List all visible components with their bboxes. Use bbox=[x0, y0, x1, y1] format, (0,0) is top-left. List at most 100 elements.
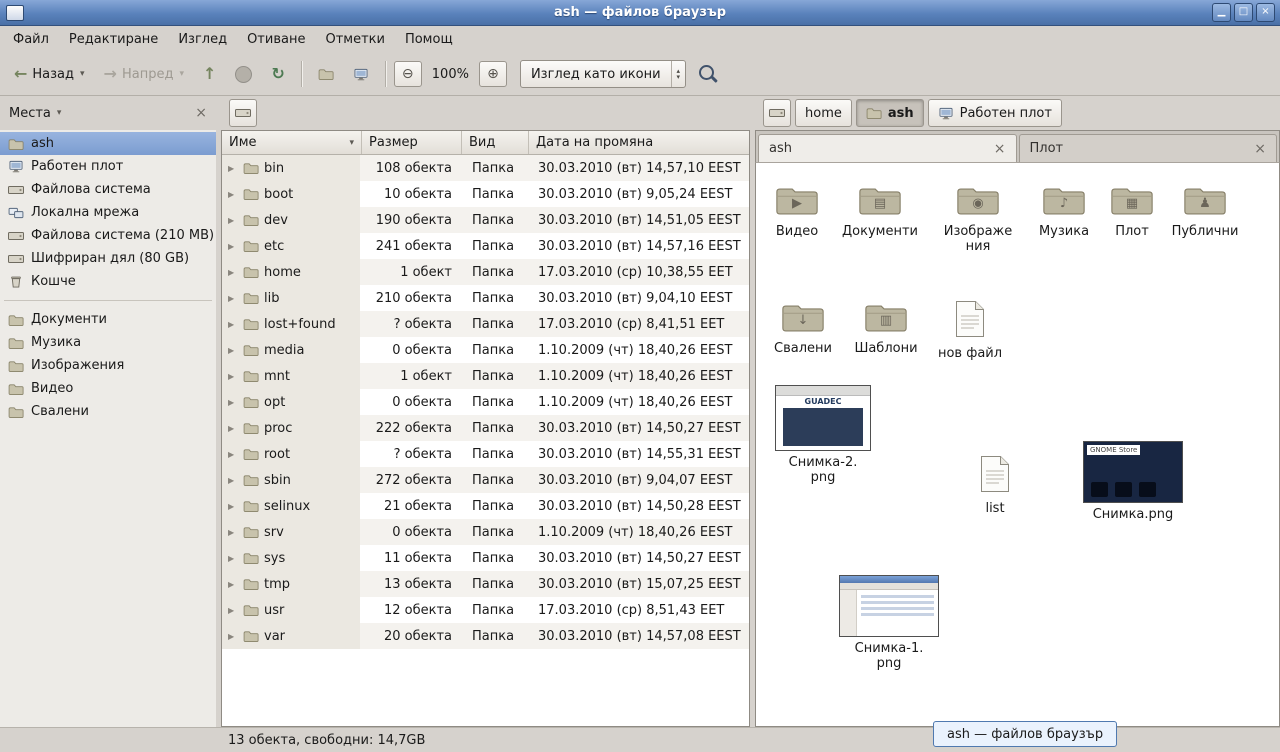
table-row[interactable]: ▶ sys 11 обекта Папка 30.03.2010 (вт) 14… bbox=[222, 545, 749, 571]
sidebar-item-5[interactable]: Шифриран дял (80 GB) bbox=[0, 247, 216, 270]
column-header-0[interactable]: Име ▾ bbox=[222, 131, 362, 154]
tab-close-icon[interactable]: × bbox=[994, 141, 1006, 157]
expander-icon[interactable]: ▶ bbox=[228, 632, 238, 641]
stop-button[interactable] bbox=[227, 60, 260, 89]
sidebar-item-8[interactable]: Документи bbox=[0, 308, 216, 331]
icon-item-5[interactable]: ♟ Публични bbox=[1165, 183, 1245, 239]
sidebar-item-9[interactable]: Музика bbox=[0, 331, 216, 354]
icon-item-7[interactable]: ▥ Шаблони bbox=[846, 300, 926, 356]
expander-icon[interactable]: ▶ bbox=[228, 606, 238, 615]
sidebar-item-2[interactable]: Файлова система bbox=[0, 178, 216, 201]
tab-1[interactable]: Плот × bbox=[1019, 134, 1278, 162]
table-row[interactable]: ▶ selinux 21 обекта Папка 30.03.2010 (вт… bbox=[222, 493, 749, 519]
table-row[interactable]: ▶ mnt 1 обект Папка 1.10.2009 (чт) 18,40… bbox=[222, 363, 749, 389]
expander-icon[interactable]: ▶ bbox=[228, 164, 238, 173]
expander-icon[interactable]: ▶ bbox=[228, 320, 238, 329]
table-row[interactable]: ▶ home 1 обект Папка 17.03.2010 (ср) 10,… bbox=[222, 259, 749, 285]
home-button[interactable] bbox=[310, 62, 342, 86]
column-header-3[interactable]: Дата на промяна bbox=[529, 131, 749, 154]
expander-icon[interactable]: ▶ bbox=[228, 216, 238, 225]
sidebar-item-11[interactable]: Видео bbox=[0, 377, 216, 400]
expander-icon[interactable]: ▶ bbox=[228, 528, 238, 537]
icon-item-12[interactable]: Снимка-1.png bbox=[839, 575, 939, 671]
menu-item-0[interactable]: Файл bbox=[4, 28, 58, 51]
titlebar[interactable]: ash — файлов браузър ▁ □ × bbox=[0, 0, 1280, 26]
table-row[interactable]: ▶ var 20 обекта Папка 30.03.2010 (вт) 14… bbox=[222, 623, 749, 649]
expander-icon[interactable]: ▶ bbox=[228, 372, 238, 381]
tab-0[interactable]: ash × bbox=[758, 134, 1017, 162]
list-pane-location-button[interactable] bbox=[229, 99, 257, 127]
sidebar-item-10[interactable]: Изображения bbox=[0, 354, 216, 377]
column-header-1[interactable]: Размер bbox=[362, 131, 462, 154]
table-row[interactable]: ▶ lib 210 обекта Папка 30.03.2010 (вт) 9… bbox=[222, 285, 749, 311]
table-row[interactable]: ▶ opt 0 обекта Папка 1.10.2009 (чт) 18,4… bbox=[222, 389, 749, 415]
expander-icon[interactable]: ▶ bbox=[228, 554, 238, 563]
computer-button[interactable] bbox=[345, 62, 377, 87]
icon-item-1[interactable]: ▤ Документи bbox=[840, 183, 920, 239]
table-row[interactable]: ▶ tmp 13 обекта Папка 30.03.2010 (вт) 15… bbox=[222, 571, 749, 597]
expander-icon[interactable]: ▶ bbox=[228, 398, 238, 407]
table-row[interactable]: ▶ usr 12 обекта Папка 17.03.2010 (ср) 8,… bbox=[222, 597, 749, 623]
table-row[interactable]: ▶ lost+found ? обекта Папка 17.03.2010 (… bbox=[222, 311, 749, 337]
expander-icon[interactable]: ▶ bbox=[228, 580, 238, 589]
view-mode-select[interactable]: Изглед като икони ▴▾ bbox=[520, 60, 686, 88]
sidebar-item-6[interactable]: Кошче bbox=[0, 270, 216, 293]
zoom-out-button[interactable]: ⊖ bbox=[394, 61, 422, 87]
table-row[interactable]: ▶ srv 0 обекта Папка 1.10.2009 (чт) 18,4… bbox=[222, 519, 749, 545]
expander-icon[interactable]: ▶ bbox=[228, 294, 238, 303]
forward-button[interactable]: → Напред ▾ bbox=[96, 60, 192, 88]
sidebar-close-icon[interactable]: × bbox=[195, 105, 207, 121]
menu-item-5[interactable]: Помощ bbox=[396, 28, 462, 51]
close-button[interactable]: × bbox=[1256, 3, 1275, 22]
tab-close-icon[interactable]: × bbox=[1254, 141, 1266, 157]
expander-icon[interactable]: ▶ bbox=[228, 424, 238, 433]
expander-icon[interactable]: ▶ bbox=[228, 502, 238, 511]
table-row[interactable]: ▶ media 0 обекта Папка 1.10.2009 (чт) 18… bbox=[222, 337, 749, 363]
zoom-in-button[interactable]: ⊕ bbox=[479, 61, 507, 87]
sidebar-item-3[interactable]: Локална мрежа bbox=[0, 201, 216, 224]
expander-icon[interactable]: ▶ bbox=[228, 450, 238, 459]
crumb-filesystem-button[interactable] bbox=[763, 99, 791, 127]
reload-button[interactable]: ↻ bbox=[263, 60, 292, 88]
sidebar-item-4[interactable]: Файлова система (210 MB) bbox=[0, 224, 216, 247]
expander-icon[interactable]: ▶ bbox=[228, 268, 238, 277]
crumb-1[interactable]: ash bbox=[856, 99, 924, 127]
icon-item-9[interactable]: GUADEC Снимка-2.png bbox=[773, 385, 873, 485]
menu-item-1[interactable]: Редактиране bbox=[60, 28, 167, 51]
sidebar-title[interactable]: Места bbox=[9, 106, 51, 121]
icon-item-4[interactable]: ▦ Плот bbox=[1092, 183, 1172, 239]
menu-item-4[interactable]: Отметки bbox=[316, 28, 393, 51]
icon-item-8[interactable]: нов файл bbox=[930, 300, 1010, 361]
back-button[interactable]: ← Назад ▾ bbox=[6, 60, 93, 88]
zoom-level[interactable]: 100% bbox=[425, 67, 476, 82]
icon-item-11[interactable]: GNOME Store Снимка.png bbox=[1083, 441, 1183, 522]
menu-item-3[interactable]: Отиване bbox=[238, 28, 314, 51]
table-row[interactable]: ▶ etc 241 обекта Папка 30.03.2010 (вт) 1… bbox=[222, 233, 749, 259]
table-row[interactable]: ▶ bin 108 обекта Папка 30.03.2010 (вт) 1… bbox=[222, 155, 749, 181]
icon-item-2[interactable]: ◉ Изображения bbox=[938, 183, 1018, 254]
icon-item-0[interactable]: ▶ Видео bbox=[757, 183, 837, 239]
icon-item-6[interactable]: ↓ Свалени bbox=[763, 300, 843, 356]
search-button[interactable] bbox=[699, 65, 714, 80]
expander-icon[interactable]: ▶ bbox=[228, 346, 238, 355]
expander-icon[interactable]: ▶ bbox=[228, 476, 238, 485]
column-header-2[interactable]: Вид bbox=[462, 131, 529, 154]
minimize-button[interactable]: ▁ bbox=[1212, 3, 1231, 22]
menu-item-2[interactable]: Изглед bbox=[169, 28, 236, 51]
table-row[interactable]: ▶ dev 190 обекта Папка 30.03.2010 (вт) 1… bbox=[222, 207, 749, 233]
table-row[interactable]: ▶ proc 222 обекта Папка 30.03.2010 (вт) … bbox=[222, 415, 749, 441]
sidebar-item-1[interactable]: Работен плот bbox=[0, 155, 216, 178]
expander-icon[interactable]: ▶ bbox=[228, 242, 238, 251]
crumb-2[interactable]: Работен плот bbox=[928, 99, 1062, 127]
sidebar-item-12[interactable]: Свалени bbox=[0, 400, 216, 423]
sidebar-dropdown-icon[interactable]: ▾ bbox=[57, 108, 62, 118]
crumb-0[interactable]: home bbox=[795, 99, 852, 127]
maximize-button[interactable]: □ bbox=[1234, 3, 1253, 22]
taskbar-window-button[interactable]: ash — файлов браузър bbox=[933, 721, 1117, 747]
expander-icon[interactable]: ▶ bbox=[228, 190, 238, 199]
table-row[interactable]: ▶ sbin 272 обекта Папка 30.03.2010 (вт) … bbox=[222, 467, 749, 493]
table-row[interactable]: ▶ root ? обекта Папка 30.03.2010 (вт) 14… bbox=[222, 441, 749, 467]
up-button[interactable]: ↑ bbox=[195, 60, 224, 88]
sidebar-item-0[interactable]: ash bbox=[0, 132, 216, 155]
table-row[interactable]: ▶ boot 10 обекта Папка 30.03.2010 (вт) 9… bbox=[222, 181, 749, 207]
